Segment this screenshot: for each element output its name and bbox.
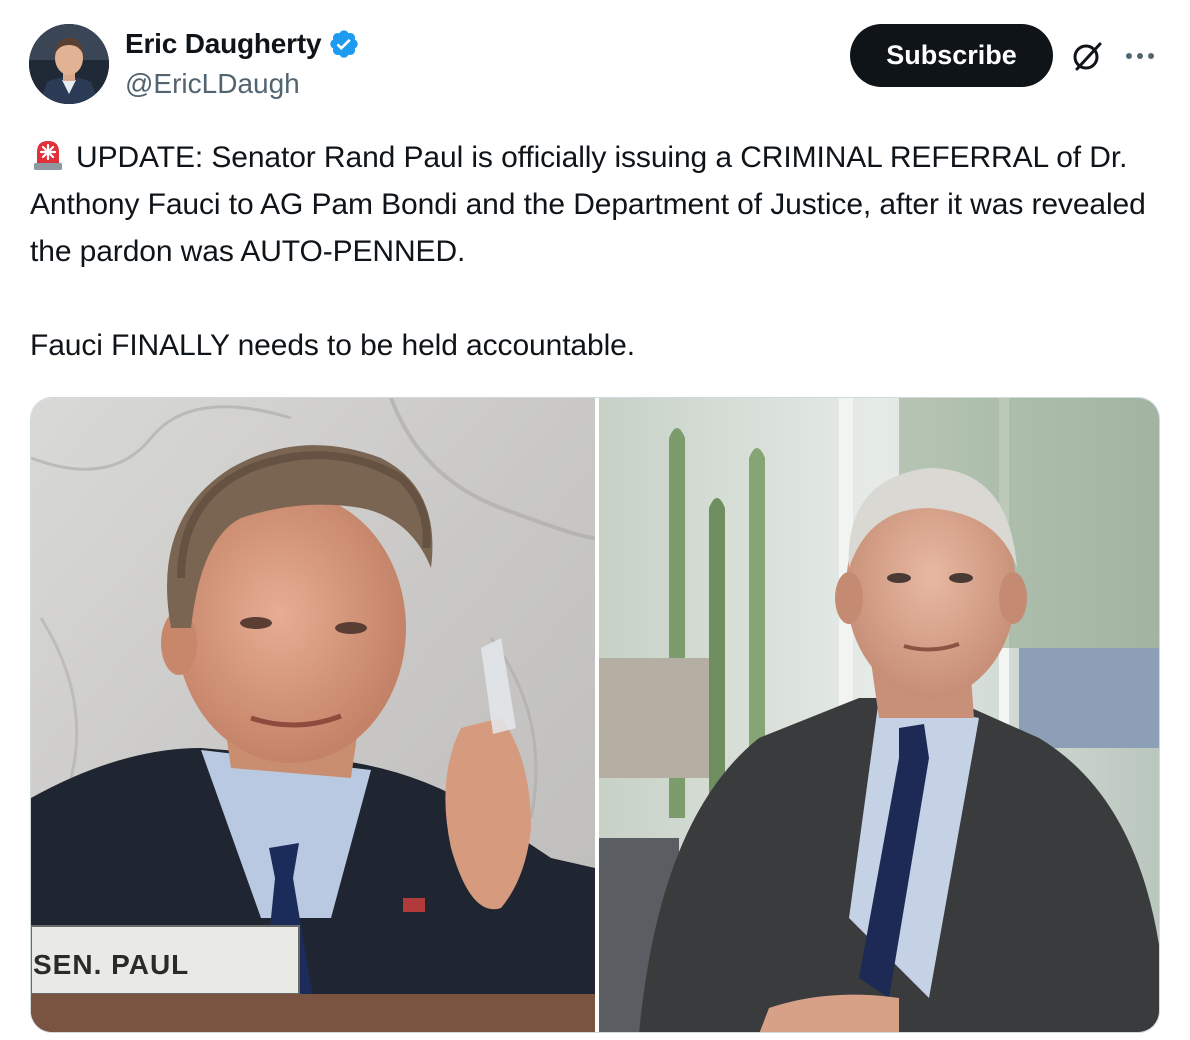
display-name[interactable]: Eric Daugherty (125, 26, 322, 62)
slashed-circle-icon[interactable] (1069, 38, 1105, 74)
siren-icon (30, 136, 66, 172)
tweet-line-1: UPDATE: Senator Rand Paul is officially … (30, 141, 1146, 268)
tweet-text: UPDATE: Senator Rand Paul is officially … (30, 134, 1165, 369)
author-handle[interactable]: @EricLDaugh (125, 66, 300, 102)
media-grid[interactable]: SEN. PAUL (30, 397, 1160, 1033)
subscribe-button[interactable]: Subscribe (850, 24, 1053, 87)
author-name-row[interactable]: Eric Daugherty (125, 26, 360, 62)
tweet: Eric Daugherty @EricLDaugh Subscribe UPD… (0, 0, 1190, 1040)
photo-rand-paul[interactable]: SEN. PAUL (31, 398, 595, 1032)
nameplate-text: SEN. PAUL (33, 949, 189, 980)
tweet-paragraph-2: Fauci FINALLY needs to be held accountab… (30, 329, 635, 362)
more-dots-icon[interactable] (1120, 44, 1160, 68)
avatar[interactable] (29, 24, 109, 104)
tweet-paragraph-1: UPDATE: Senator Rand Paul is officially … (30, 134, 1165, 275)
verified-badge-icon[interactable] (328, 28, 360, 60)
photo-anthony-fauci[interactable] (599, 398, 1159, 1032)
